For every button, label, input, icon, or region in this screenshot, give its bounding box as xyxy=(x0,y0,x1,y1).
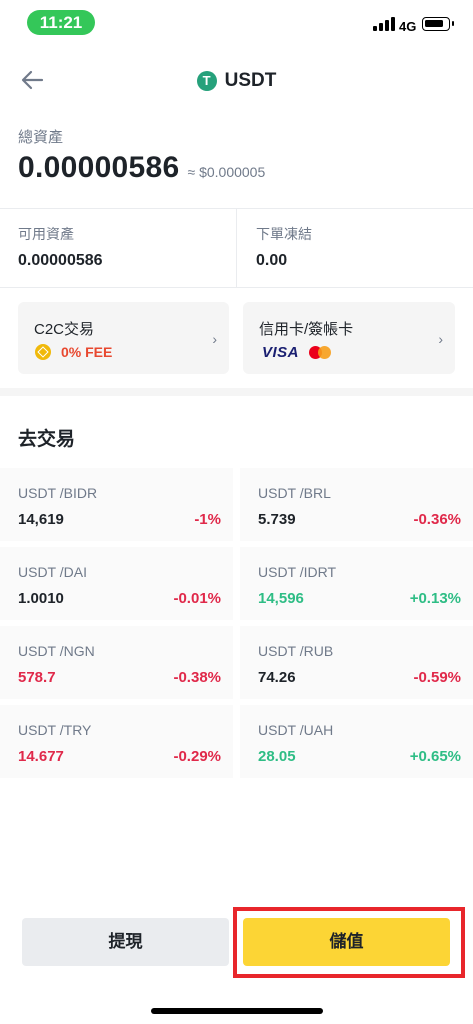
market-change: +0.65% xyxy=(409,748,461,765)
market-cell[interactable]: USDT /BIDR 14,619 -1% xyxy=(0,468,233,541)
chevron-right-icon: › xyxy=(438,331,443,347)
market-pair: USDT /RUB xyxy=(258,643,334,659)
market-change: -0.01% xyxy=(173,590,221,607)
frozen-label: 下單凍結 xyxy=(256,226,312,242)
battery-icon xyxy=(422,17,454,31)
card-payment-title: 信用卡/簽帳卡 xyxy=(259,321,354,338)
available-label: 可用資產 xyxy=(18,226,74,242)
tether-icon: T xyxy=(196,71,217,91)
frozen-value: 0.00 xyxy=(256,252,288,269)
market-change: -0.36% xyxy=(413,511,461,528)
signal-icon xyxy=(373,17,395,31)
market-price: 28.05 xyxy=(258,748,296,765)
total-assets-fiat: ≈ $0.000005 xyxy=(187,164,266,180)
market-price: 14,619 xyxy=(18,511,64,528)
c2c-fee: 0% FEE xyxy=(61,344,113,360)
total-assets-label: 總資產 xyxy=(18,129,64,146)
market-pair: USDT /DAI xyxy=(18,564,87,580)
withdraw-button[interactable]: 提現 xyxy=(22,918,229,966)
coin-title: USDT xyxy=(224,70,277,91)
market-change: -0.38% xyxy=(173,669,221,686)
card-payment-card[interactable]: 信用卡/簽帳卡 › xyxy=(243,302,455,374)
market-pair: USDT /NGN xyxy=(18,643,95,659)
market-change: +0.13% xyxy=(409,590,461,607)
market-grid: USDT /BIDR 14,619 -1% USDT /BRL 5.739 -0.36% U… xyxy=(0,468,473,778)
market-price: 14.677 xyxy=(18,748,64,765)
trade-section-title: 去交易 xyxy=(18,429,76,450)
visa-logo: VISA xyxy=(262,344,300,361)
market-price: 74.26 xyxy=(258,669,296,686)
market-pair: USDT /UAH xyxy=(258,722,334,738)
section-separator xyxy=(0,388,473,396)
market-cell[interactable]: USDT /IDRT 14,596 +0.13% xyxy=(240,547,473,620)
c2c-card[interactable]: C2C交易 › xyxy=(18,302,229,374)
market-cell[interactable]: USDT /TRY 14.677 -0.29% xyxy=(0,705,233,778)
deposit-button[interactable]: 儲值 xyxy=(243,918,450,966)
available-value: 0.00000586 xyxy=(18,252,103,269)
market-pair: USDT /IDRT xyxy=(258,564,337,580)
market-cell[interactable]: USDT /DAI 1.0010 -0.01% xyxy=(0,547,233,620)
market-cell[interactable]: USDT /BRL 5.739 -0.36% xyxy=(240,468,473,541)
market-price: 1.0010 xyxy=(18,590,64,607)
market-price: 5.739 xyxy=(258,511,296,528)
market-pair: USDT /BIDR xyxy=(18,485,98,501)
bnb-icon xyxy=(35,344,51,360)
market-change: -1% xyxy=(194,511,221,528)
market-cell[interactable]: USDT /NGN 578.7 -0.38% xyxy=(0,626,233,699)
network-type: 4G xyxy=(399,19,417,34)
chevron-right-icon: › xyxy=(212,331,217,347)
total-assets-row: 0.00000586 ≈ $0.000005 xyxy=(18,151,265,185)
status-bar: 11:21 4G xyxy=(0,0,473,46)
total-assets-value: 0.00000586 xyxy=(18,151,180,184)
market-cell[interactable]: USDT /UAH 28.05 +0.65% xyxy=(240,705,473,778)
market-cell[interactable]: USDT /RUB 74.26 -0.59% xyxy=(240,626,473,699)
c2c-title: C2C交易 xyxy=(34,321,95,338)
market-pair: USDT /BRL xyxy=(258,485,331,501)
market-price: 14,596 xyxy=(258,590,304,607)
divider xyxy=(0,287,473,288)
mastercard-icon xyxy=(309,346,331,359)
market-pair: USDT /TRY xyxy=(18,722,92,738)
status-time: 11:21 xyxy=(27,10,95,35)
divider xyxy=(236,209,237,287)
page-title: T USDT xyxy=(0,66,473,96)
market-change: -0.29% xyxy=(173,748,221,765)
market-price: 578.7 xyxy=(18,669,56,686)
market-change: -0.59% xyxy=(413,669,461,686)
home-indicator xyxy=(151,1008,323,1014)
